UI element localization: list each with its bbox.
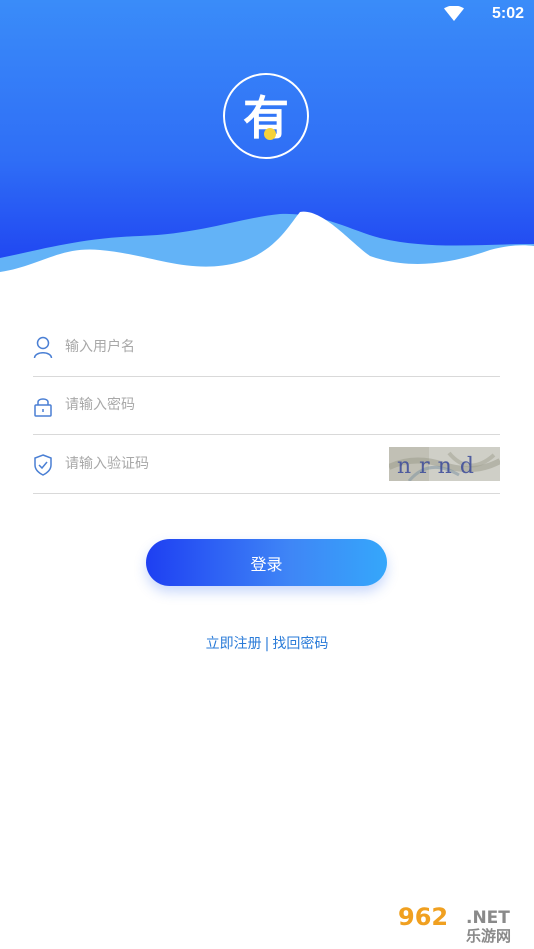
captcha-text: nrnd <box>397 454 482 479</box>
user-icon <box>33 336 53 360</box>
register-link[interactable]: 立即注册 <box>206 636 262 652</box>
watermark-domain: .NET <box>466 908 510 928</box>
link-separator: | <box>264 636 270 652</box>
login-button[interactable]: 登录 <box>146 539 387 586</box>
captcha-image[interactable]: nrnd <box>387 447 502 482</box>
app-logo: 有 <box>222 72 310 160</box>
status-time: 5:02 <box>491 5 524 22</box>
username-input[interactable] <box>65 328 405 366</box>
username-row <box>33 318 500 377</box>
password-input[interactable] <box>65 386 405 424</box>
status-bar: 5:02 <box>0 0 534 30</box>
watermark-site-name: 乐游网 <box>466 927 511 943</box>
shield-check-icon <box>33 453 53 477</box>
password-row <box>33 376 500 435</box>
auth-links: 立即注册 | 找回密码 <box>0 633 534 653</box>
wifi-icon <box>444 5 464 25</box>
verification-row: nrnd <box>33 435 502 494</box>
site-watermark: 962 .NET 乐游网 <box>396 901 528 945</box>
forgot-password-link[interactable]: 找回密码 <box>272 636 328 652</box>
verification-code-input[interactable] <box>65 445 405 483</box>
lock-icon <box>33 394 53 418</box>
watermark-number: 962 <box>398 903 448 931</box>
